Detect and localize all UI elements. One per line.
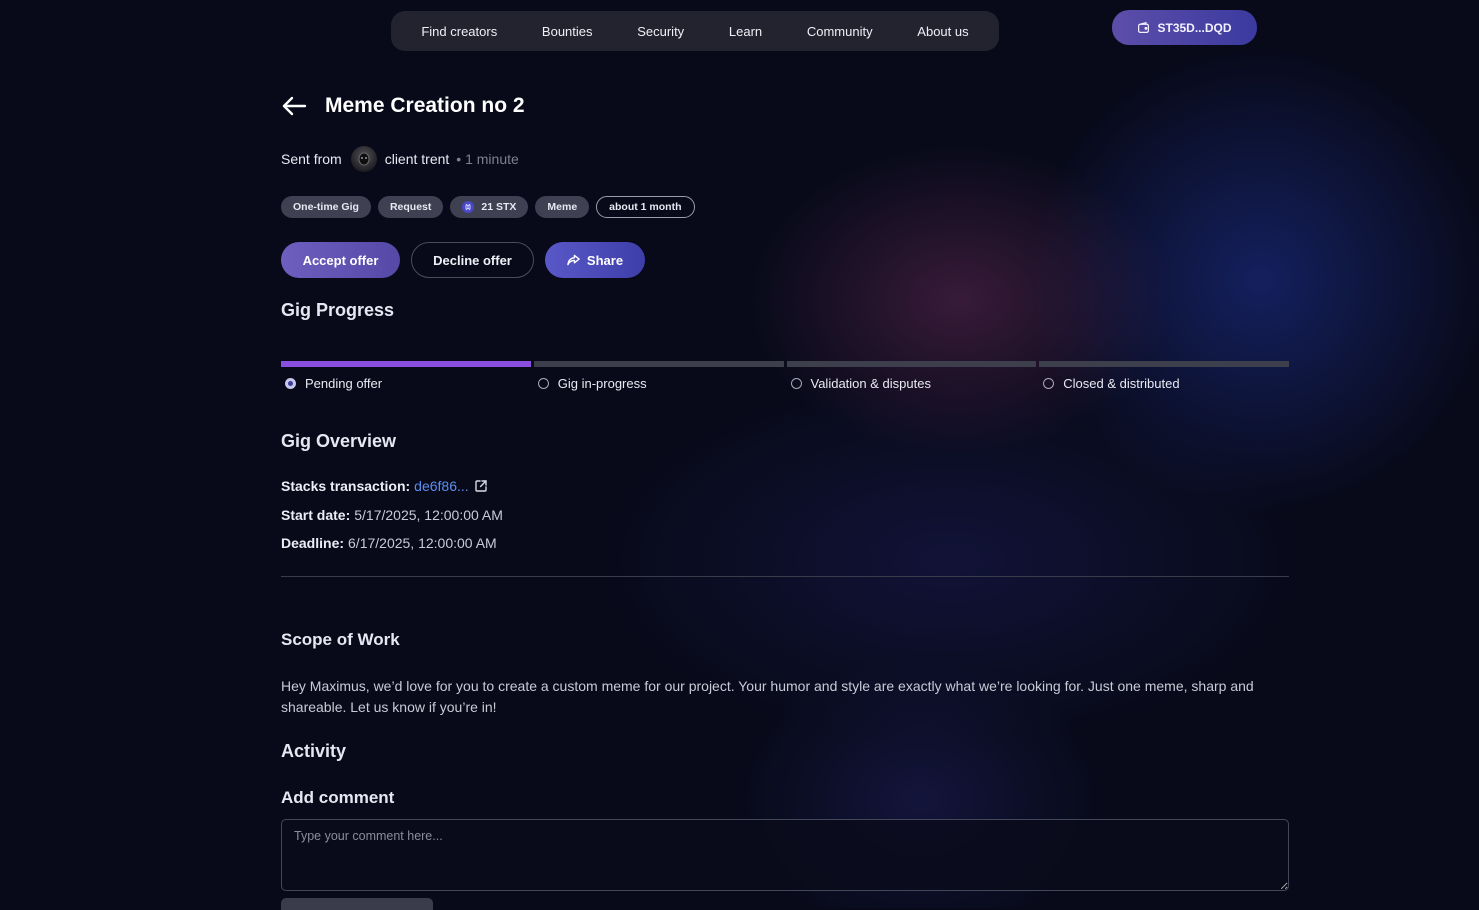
activity-heading: Activity (281, 741, 347, 761)
badge-category: Meme (535, 196, 590, 218)
step-gig-in-progress: Gig in-progress (533, 361, 784, 391)
background-glow (0, 0, 1479, 908)
offer-actions: Accept offer Decline offer Share (281, 242, 645, 278)
share-button[interactable]: Share (545, 242, 645, 278)
start-date-row: Start date: 5/17/2025, 12:00:00 AM (281, 507, 503, 523)
nav-find-creators[interactable]: Find creators (421, 24, 497, 39)
step-label: Gig in-progress (557, 376, 647, 391)
badge-list: One-time Gig Request 21 STX Meme about 1… (281, 196, 695, 218)
accept-offer-button[interactable]: Accept offer (281, 242, 400, 278)
title-row: Meme Creation no 2 (281, 92, 525, 120)
scope-text: Hey Maximus, we’d love for you to create… (281, 678, 1254, 715)
arrow-left-icon[interactable] (281, 92, 309, 120)
step-indicator (790, 378, 802, 389)
badge-duration: about 1 month (596, 196, 695, 218)
external-link-icon[interactable] (474, 479, 488, 493)
start-date-value: 5/17/2025, 12:00:00 AM (354, 507, 503, 523)
badge-gig-type: One-time Gig (281, 196, 371, 218)
nav-bounties[interactable]: Bounties (542, 24, 593, 39)
nav-learn[interactable]: Learn (729, 24, 762, 39)
section-divider (281, 576, 1289, 577)
step-closed-distributed: Closed & distributed (1039, 361, 1289, 391)
step-bar (281, 361, 531, 367)
step-bar (786, 361, 1037, 367)
step-validation-disputes: Validation & disputes (786, 361, 1037, 391)
step-label: Pending offer (305, 376, 383, 391)
wallet-icon (1137, 21, 1150, 34)
transaction-label: Stacks transaction: (281, 478, 411, 494)
step-pending-offer: Pending offer (281, 361, 531, 391)
nav-community[interactable]: Community (807, 24, 873, 39)
deadline-row: Deadline: 6/17/2025, 12:00:00 AM (281, 535, 497, 551)
gig-progress-heading: Gig Progress (281, 300, 395, 320)
top-nav: Find creators Bounties Security Learn Co… (391, 11, 999, 51)
wallet-button[interactable]: ST35D...DQD (1112, 10, 1257, 45)
transaction-row: Stacks transaction: de6f86... (281, 478, 488, 494)
page-title: Meme Creation no 2 (325, 94, 525, 117)
step-indicator (537, 378, 549, 389)
progress-stepper: Pending offer Gig in-progress Validation… (281, 361, 1289, 391)
step-bar (533, 361, 784, 367)
sent-from-label: Sent from (281, 151, 342, 167)
start-date-label: Start date: (281, 507, 351, 523)
avatar (350, 146, 377, 172)
step-bar (1039, 361, 1289, 367)
transaction-link[interactable]: de6f86... (414, 478, 469, 494)
deadline-value: 6/17/2025, 12:00:00 AM (348, 535, 497, 551)
nav-about-us[interactable]: About us (917, 24, 968, 39)
client-name[interactable]: client trent (385, 151, 450, 167)
sent-from-row: Sent from client trent • 1 minute (281, 146, 519, 172)
gig-overview-heading: Gig Overview (281, 431, 397, 451)
add-comment-heading: Add comment (281, 788, 395, 807)
step-label: Closed & distributed (1063, 376, 1180, 391)
decline-offer-button[interactable]: Decline offer (411, 242, 534, 278)
wallet-address: ST35D...DQD (1157, 20, 1232, 35)
share-icon (567, 254, 580, 266)
step-indicator (1043, 378, 1055, 389)
time-ago: • 1 minute (456, 151, 519, 167)
badge-amount-label: 21 STX (481, 201, 517, 213)
badge-request: Request (377, 196, 444, 218)
share-label: Share (586, 252, 624, 268)
nav-security[interactable]: Security (637, 24, 684, 39)
stacks-token-icon (462, 201, 475, 213)
scope-heading: Scope of Work (281, 630, 400, 649)
step-indicator (285, 378, 296, 389)
submit-comment-button[interactable] (281, 898, 433, 910)
comment-input[interactable] (281, 819, 1289, 891)
step-label: Validation & disputes (810, 376, 931, 391)
deadline-label: Deadline: (281, 535, 345, 551)
badge-amount: 21 STX (450, 196, 529, 218)
